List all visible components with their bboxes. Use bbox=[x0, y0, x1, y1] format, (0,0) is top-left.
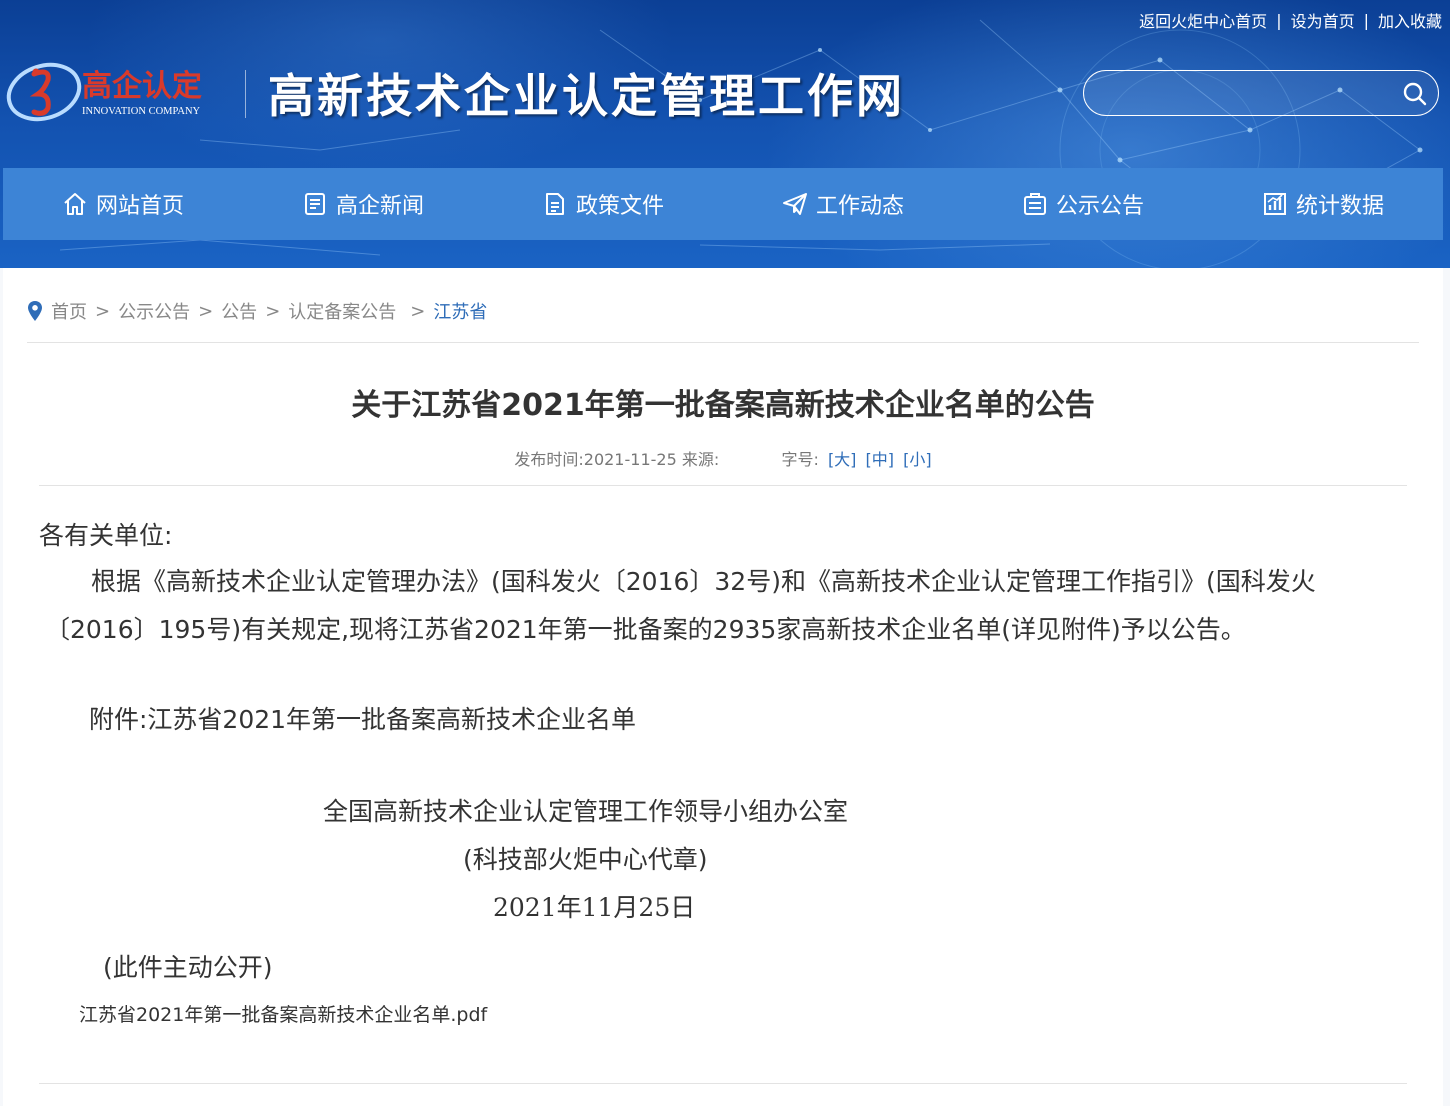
location-pin-icon bbox=[28, 301, 42, 321]
nav-label: 统计数据 bbox=[1295, 194, 1384, 219]
clipboard-icon bbox=[1023, 193, 1046, 215]
nav-label: 高企新闻 bbox=[335, 194, 424, 219]
content-panel: 首页 > 公示公告 > 公告 > 认定备案公告 > 江苏省 关于江苏省2021年… bbox=[3, 268, 1443, 1106]
breadcrumb-separator: > bbox=[95, 300, 111, 322]
breadcrumb-announcements[interactable]: 公示公告 bbox=[118, 298, 190, 324]
breadcrumb-notice[interactable]: 公告 bbox=[221, 298, 257, 324]
main-nav: 网站首页 高企新闻 政策文件 工作动态 公示公告 统计数据 bbox=[3, 168, 1443, 240]
breadcrumb-separator: > bbox=[265, 300, 281, 322]
set-homepage-link[interactable]: 设为首页 bbox=[1291, 8, 1355, 32]
source-label: 来源: bbox=[681, 450, 720, 469]
nav-item-statistics[interactable]: 统计数据 bbox=[1203, 168, 1443, 240]
logo-name-text: 高企认定 bbox=[82, 69, 202, 103]
signature-seal: (科技部火炬中心代章) bbox=[463, 845, 708, 874]
add-favorite-link[interactable]: 加入收藏 bbox=[1378, 8, 1442, 32]
nav-label: 网站首页 bbox=[95, 194, 184, 219]
signature-organization: 全国高新技术企业认定管理工作领导小组办公室 bbox=[323, 797, 849, 826]
nav-item-news[interactable]: 高企新闻 bbox=[243, 168, 483, 240]
nav-item-announcements[interactable]: 公示公告 bbox=[963, 168, 1203, 240]
top-link-separator: | bbox=[1276, 10, 1282, 30]
attachment-line: 附件:江苏省2021年第一批备案高新技术企业名单 bbox=[89, 705, 637, 734]
divider bbox=[27, 342, 1419, 343]
breadcrumb-jiangsu[interactable]: 江苏省 bbox=[433, 298, 487, 324]
paper-plane-icon bbox=[782, 193, 807, 215]
greeting-text: 各有关单位: bbox=[39, 521, 173, 550]
nav-item-home[interactable]: 网站首页 bbox=[3, 168, 243, 240]
signature-date: 2021年11月25日 bbox=[493, 893, 696, 922]
chart-icon bbox=[1263, 193, 1286, 215]
breadcrumb-home[interactable]: 首页 bbox=[51, 298, 87, 324]
body-paragraph-line: 〔2016〕195号)有关规定,现将江苏省2021年第一批备案的2935家高新技… bbox=[45, 615, 1246, 644]
top-link-separator: | bbox=[1363, 10, 1369, 30]
site-title: 高新技术企业认定管理工作网 bbox=[268, 69, 905, 123]
nav-item-policy[interactable]: 政策文件 bbox=[483, 168, 723, 240]
nav-label: 公示公告 bbox=[1055, 194, 1144, 219]
document-icon bbox=[545, 193, 564, 215]
publish-date: 2021-11-25 bbox=[583, 450, 677, 469]
nav-label: 工作动态 bbox=[815, 194, 904, 219]
breadcrumb-separator: > bbox=[198, 300, 214, 322]
site-logo[interactable]: 高企认定 INNOVATION COMPANY bbox=[4, 54, 240, 130]
home-icon bbox=[64, 193, 86, 215]
search-box bbox=[1083, 70, 1439, 117]
top-links: 返回火炬中心首页 | 设为首页 | 加入收藏 bbox=[1139, 8, 1442, 32]
body-paragraph-line: 根据《高新技术企业认定管理办法》(国科发火〔2016〕32号)和《高新技术企业认… bbox=[91, 567, 1316, 596]
logo-divider bbox=[245, 70, 246, 118]
font-size-label: 字号: bbox=[781, 450, 819, 469]
nav-item-work-updates[interactable]: 工作动态 bbox=[723, 168, 963, 240]
article-meta: 发布时间:2021-11-25 来源: 字号: [大] [中] [小] bbox=[3, 446, 1443, 470]
publish-time-label: 发布时间: bbox=[514, 450, 584, 469]
divider bbox=[39, 1083, 1407, 1084]
divider bbox=[39, 485, 1407, 486]
search-input[interactable] bbox=[1102, 71, 1396, 117]
article-title: 关于江苏省2021年第一批备案高新技术企业名单的公告 bbox=[351, 388, 1095, 423]
breadcrumb: 首页 > 公示公告 > 公告 > 认定备案公告 > 江苏省 bbox=[27, 298, 487, 324]
attachment-pdf-link[interactable]: 江苏省2021年第一批备案高新技术企业名单.pdf bbox=[79, 1000, 487, 1027]
search-icon[interactable] bbox=[1402, 81, 1428, 107]
breadcrumb-separator: > bbox=[410, 300, 426, 322]
return-torch-center-link[interactable]: 返回火炬中心首页 bbox=[1139, 8, 1267, 32]
disclosure-note: (此件主动公开) bbox=[103, 953, 273, 982]
nav-label: 政策文件 bbox=[575, 194, 664, 219]
font-size-large-link[interactable]: [大] bbox=[828, 450, 857, 469]
news-icon bbox=[304, 193, 325, 215]
font-size-medium-link[interactable]: [中] bbox=[866, 450, 895, 469]
font-size-small-link[interactable]: [小] bbox=[903, 450, 932, 469]
breadcrumb-filing-notice[interactable]: 认定备案公告 bbox=[288, 298, 396, 324]
logo-english-text: INNOVATION COMPANY bbox=[82, 106, 201, 117]
